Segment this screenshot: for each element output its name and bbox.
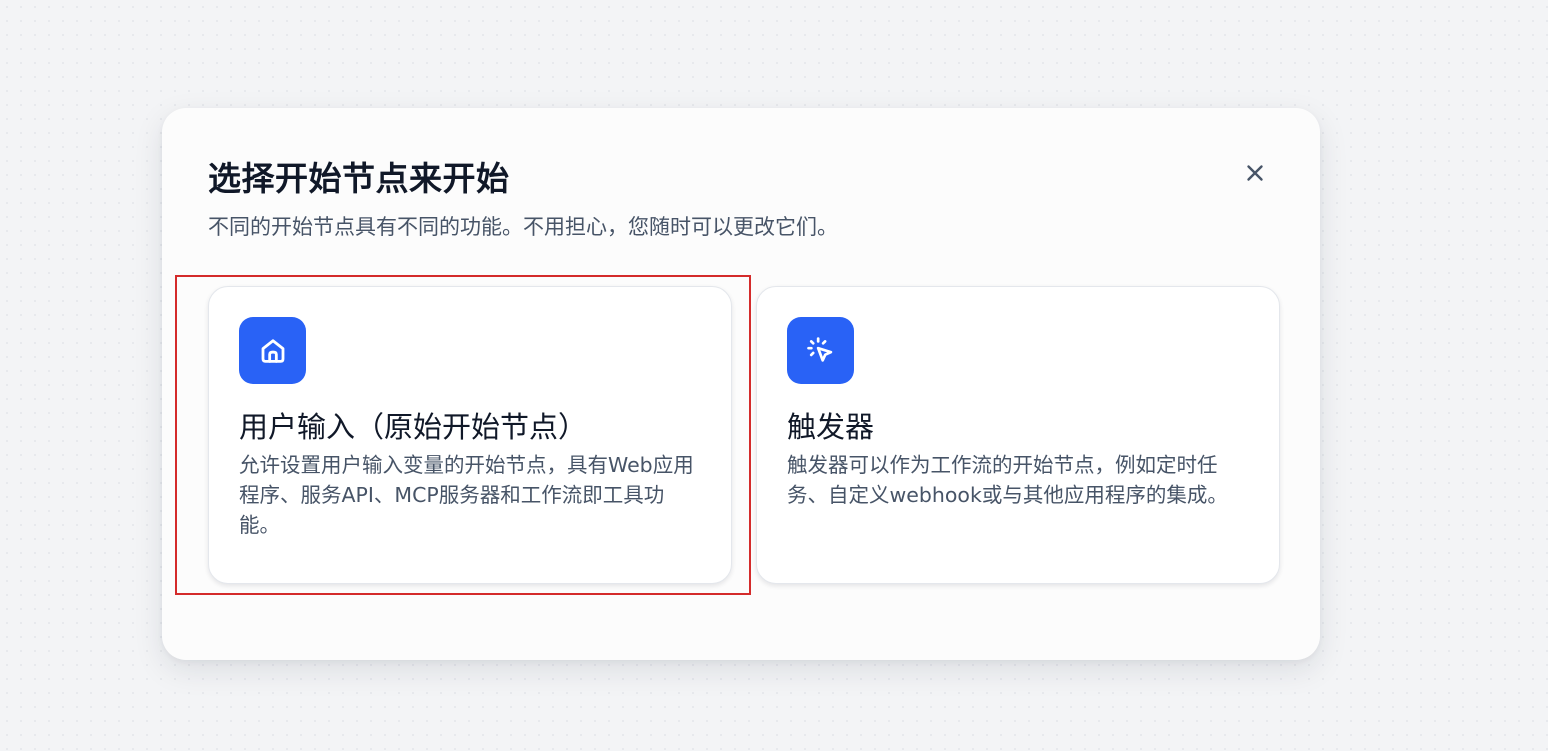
dialog-subtitle: 不同的开始节点具有不同的功能。不用担心，您随时可以更改它们。 bbox=[208, 215, 838, 239]
option-card-trigger[interactable]: 触发器 触发器可以作为工作流的开始节点，例如定时任务、自定义webhook或与其… bbox=[756, 286, 1280, 584]
dialog-title: 选择开始节点来开始 bbox=[208, 159, 510, 198]
close-button[interactable] bbox=[1238, 156, 1272, 190]
close-icon bbox=[1247, 165, 1263, 181]
cursor-click-icon bbox=[806, 336, 832, 362]
home-icon bbox=[261, 338, 284, 363]
option-card-user-input[interactable]: 用户输入（原始开始节点） 允许设置用户输入变量的开始节点，具有Web应用程序、服… bbox=[208, 286, 732, 584]
option-icon-badge bbox=[787, 317, 854, 384]
option-title: 用户输入（原始开始节点） bbox=[239, 410, 588, 444]
option-title: 触发器 bbox=[787, 410, 875, 444]
option-icon-badge bbox=[239, 317, 306, 384]
option-description: 触发器可以作为工作流的开始节点，例如定时任务、自定义webhook或与其他应用程… bbox=[787, 453, 1228, 507]
start-node-dialog: 选择开始节点来开始 不同的开始节点具有不同的功能。不用担心，您随时可以更改它们。… bbox=[162, 108, 1320, 660]
option-description: 允许设置用户输入变量的开始节点，具有Web应用程序、服务API、MCP服务器和工… bbox=[239, 453, 694, 537]
